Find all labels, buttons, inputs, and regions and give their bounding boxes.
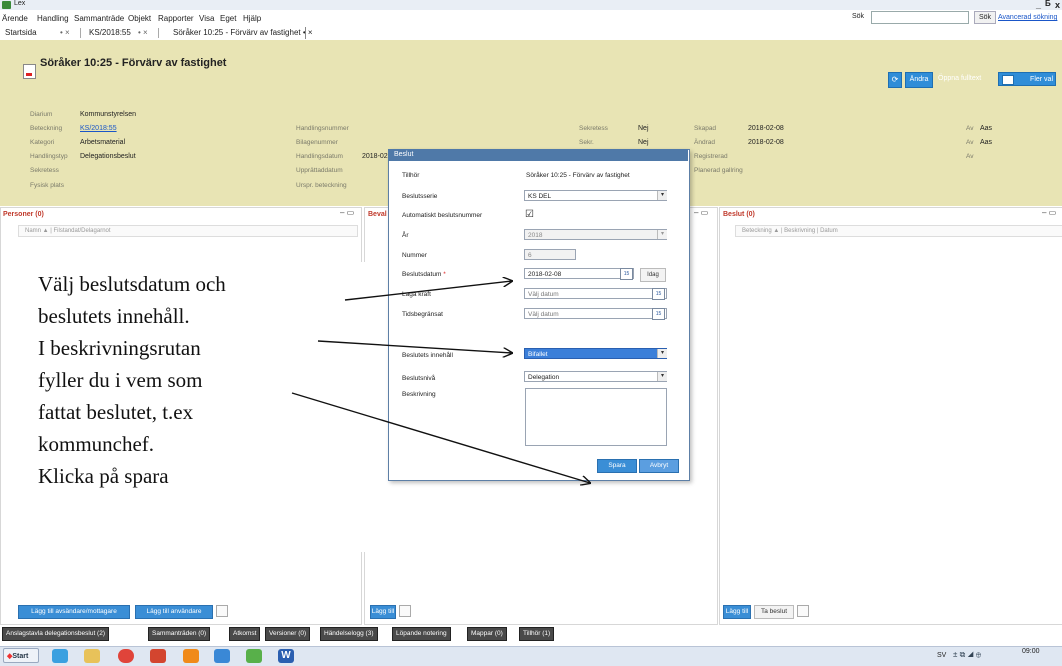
- arrow-to-innehall: [317, 340, 512, 353]
- arrow-to-datum: [344, 281, 512, 301]
- arrow-to-save: [291, 392, 590, 483]
- annotation-arrows: [291, 0, 1062, 665]
